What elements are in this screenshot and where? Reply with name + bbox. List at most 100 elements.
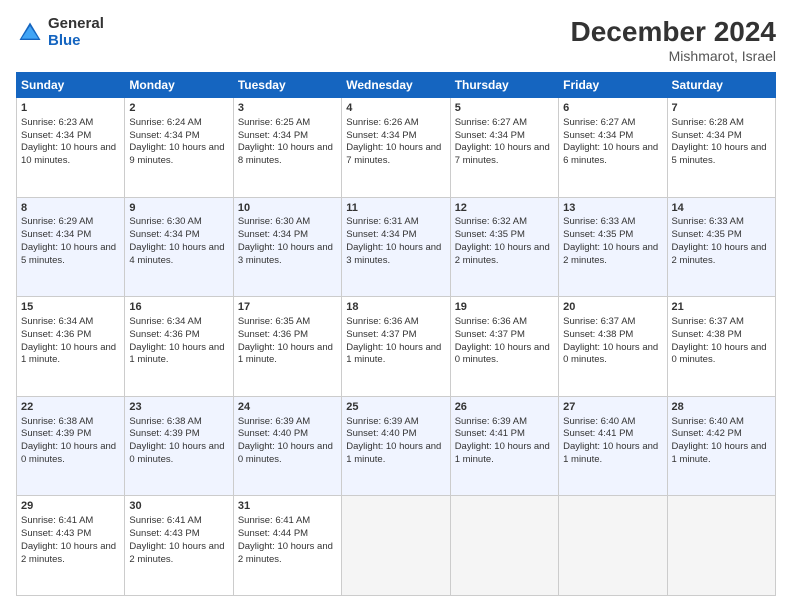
calendar-cell: 19 Sunrise: 6:36 AM Sunset: 4:37 PM Dayl… — [450, 297, 558, 397]
calendar-cell: 12 Sunrise: 6:32 AM Sunset: 4:35 PM Dayl… — [450, 197, 558, 297]
sunset: Sunset: 4:35 PM — [455, 229, 525, 240]
calendar-cell: 7 Sunrise: 6:28 AM Sunset: 4:34 PM Dayli… — [667, 98, 775, 198]
sunrise: Sunrise: 6:37 AM — [563, 316, 635, 327]
sunset: Sunset: 4:36 PM — [129, 329, 199, 340]
daylight-label: Daylight: 10 hours and 1 minute. — [346, 441, 441, 465]
logo: General Blue — [16, 16, 104, 49]
sunrise: Sunrise: 6:38 AM — [129, 416, 201, 427]
sunrise: Sunrise: 6:40 AM — [672, 416, 744, 427]
calendar-header-row: Sunday Monday Tuesday Wednesday Thursday… — [17, 73, 776, 98]
col-friday: Friday — [559, 73, 667, 98]
daylight-label: Daylight: 10 hours and 5 minutes. — [21, 242, 116, 266]
sunrise: Sunrise: 6:32 AM — [455, 216, 527, 227]
sunset: Sunset: 4:34 PM — [21, 130, 91, 141]
sunset: Sunset: 4:34 PM — [238, 229, 308, 240]
sunset: Sunset: 4:34 PM — [455, 130, 525, 141]
calendar-cell: 4 Sunrise: 6:26 AM Sunset: 4:34 PM Dayli… — [342, 98, 450, 198]
daylight-label: Daylight: 10 hours and 4 minutes. — [129, 242, 224, 266]
sunset: Sunset: 4:39 PM — [21, 428, 91, 439]
daylight-label: Daylight: 10 hours and 2 minutes. — [563, 242, 658, 266]
day-number: 31 — [238, 499, 337, 514]
sunrise: Sunrise: 6:25 AM — [238, 117, 310, 128]
day-number: 29 — [21, 499, 120, 514]
day-number: 7 — [672, 101, 771, 116]
calendar-cell: 10 Sunrise: 6:30 AM Sunset: 4:34 PM Dayl… — [233, 197, 341, 297]
calendar-cell: 18 Sunrise: 6:36 AM Sunset: 4:37 PM Dayl… — [342, 297, 450, 397]
daylight-label: Daylight: 10 hours and 1 minute. — [238, 342, 333, 366]
daylight-label: Daylight: 10 hours and 1 minute. — [563, 441, 658, 465]
sunset: Sunset: 4:43 PM — [129, 528, 199, 539]
sunset: Sunset: 4:34 PM — [238, 130, 308, 141]
col-tuesday: Tuesday — [233, 73, 341, 98]
sunset: Sunset: 4:34 PM — [346, 229, 416, 240]
daylight-label: Daylight: 10 hours and 7 minutes. — [455, 142, 550, 166]
sunrise: Sunrise: 6:41 AM — [238, 515, 310, 526]
sunrise: Sunrise: 6:41 AM — [129, 515, 201, 526]
week-row-2: 8 Sunrise: 6:29 AM Sunset: 4:34 PM Dayli… — [17, 197, 776, 297]
calendar-table: Sunday Monday Tuesday Wednesday Thursday… — [16, 72, 776, 596]
day-number: 23 — [129, 400, 228, 415]
day-number: 14 — [672, 201, 771, 216]
sunrise: Sunrise: 6:39 AM — [238, 416, 310, 427]
sunrise: Sunrise: 6:40 AM — [563, 416, 635, 427]
calendar-cell: 22 Sunrise: 6:38 AM Sunset: 4:39 PM Dayl… — [17, 396, 125, 496]
sunrise: Sunrise: 6:39 AM — [346, 416, 418, 427]
calendar-cell: 25 Sunrise: 6:39 AM Sunset: 4:40 PM Dayl… — [342, 396, 450, 496]
sunset: Sunset: 4:34 PM — [21, 229, 91, 240]
sunrise: Sunrise: 6:37 AM — [672, 316, 744, 327]
day-number: 19 — [455, 300, 554, 315]
sunrise: Sunrise: 6:39 AM — [455, 416, 527, 427]
sunset: Sunset: 4:37 PM — [455, 329, 525, 340]
logo-general: General — [48, 16, 104, 33]
sunset: Sunset: 4:34 PM — [672, 130, 742, 141]
sunset: Sunset: 4:36 PM — [21, 329, 91, 340]
sunset: Sunset: 4:43 PM — [21, 528, 91, 539]
sunrise: Sunrise: 6:26 AM — [346, 117, 418, 128]
day-number: 12 — [455, 201, 554, 216]
sunset: Sunset: 4:40 PM — [238, 428, 308, 439]
calendar-cell — [667, 496, 775, 596]
calendar-cell: 29 Sunrise: 6:41 AM Sunset: 4:43 PM Dayl… — [17, 496, 125, 596]
logo-icon — [16, 19, 44, 47]
daylight-label: Daylight: 10 hours and 9 minutes. — [129, 142, 224, 166]
daylight-label: Daylight: 10 hours and 0 minutes. — [563, 342, 658, 366]
day-number: 5 — [455, 101, 554, 116]
sunset: Sunset: 4:37 PM — [346, 329, 416, 340]
day-number: 30 — [129, 499, 228, 514]
calendar-cell: 31 Sunrise: 6:41 AM Sunset: 4:44 PM Dayl… — [233, 496, 341, 596]
daylight-label: Daylight: 10 hours and 2 minutes. — [129, 541, 224, 565]
daylight-label: Daylight: 10 hours and 0 minutes. — [455, 342, 550, 366]
sunrise: Sunrise: 6:33 AM — [563, 216, 635, 227]
calendar-cell: 28 Sunrise: 6:40 AM Sunset: 4:42 PM Dayl… — [667, 396, 775, 496]
sunset: Sunset: 4:34 PM — [129, 229, 199, 240]
sunrise: Sunrise: 6:23 AM — [21, 117, 93, 128]
day-number: 22 — [21, 400, 120, 415]
col-monday: Monday — [125, 73, 233, 98]
calendar-cell: 30 Sunrise: 6:41 AM Sunset: 4:43 PM Dayl… — [125, 496, 233, 596]
sunrise: Sunrise: 6:29 AM — [21, 216, 93, 227]
daylight-label: Daylight: 10 hours and 8 minutes. — [238, 142, 333, 166]
sunset: Sunset: 4:36 PM — [238, 329, 308, 340]
sunrise: Sunrise: 6:27 AM — [563, 117, 635, 128]
daylight-label: Daylight: 10 hours and 7 minutes. — [346, 142, 441, 166]
sunrise: Sunrise: 6:35 AM — [238, 316, 310, 327]
week-row-3: 15 Sunrise: 6:34 AM Sunset: 4:36 PM Dayl… — [17, 297, 776, 397]
daylight-label: Daylight: 10 hours and 0 minutes. — [129, 441, 224, 465]
day-number: 2 — [129, 101, 228, 116]
sunrise: Sunrise: 6:24 AM — [129, 117, 201, 128]
week-row-1: 1 Sunrise: 6:23 AM Sunset: 4:34 PM Dayli… — [17, 98, 776, 198]
sunrise: Sunrise: 6:31 AM — [346, 216, 418, 227]
daylight-label: Daylight: 10 hours and 3 minutes. — [346, 242, 441, 266]
sunset: Sunset: 4:34 PM — [129, 130, 199, 141]
logo-blue: Blue — [48, 33, 104, 50]
col-thursday: Thursday — [450, 73, 558, 98]
week-row-4: 22 Sunrise: 6:38 AM Sunset: 4:39 PM Dayl… — [17, 396, 776, 496]
sunrise: Sunrise: 6:28 AM — [672, 117, 744, 128]
sunset: Sunset: 4:35 PM — [672, 229, 742, 240]
sunset: Sunset: 4:44 PM — [238, 528, 308, 539]
calendar-cell: 15 Sunrise: 6:34 AM Sunset: 4:36 PM Dayl… — [17, 297, 125, 397]
sunset: Sunset: 4:41 PM — [563, 428, 633, 439]
day-number: 16 — [129, 300, 228, 315]
day-number: 3 — [238, 101, 337, 116]
daylight-label: Daylight: 10 hours and 3 minutes. — [238, 242, 333, 266]
